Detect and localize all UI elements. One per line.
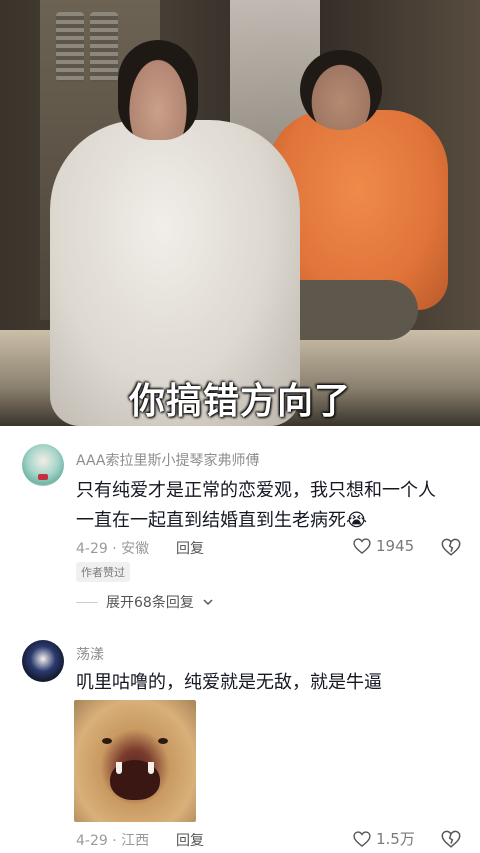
comment-username[interactable]: 荡漾 [76,644,104,664]
divider-line [76,601,98,603]
comment-text[interactable]: 只有纯爱才是正常的恋爱观，我只想和一个人一直在一起直到结婚直到生老病死😭 [76,476,452,536]
avatar[interactable] [22,640,64,682]
sticker-eye [102,738,112,744]
broken-heart-icon[interactable] [440,536,462,558]
sticker-eye [158,738,168,744]
comment-meta: 4-29 · 安徽 [76,541,150,557]
comment-text[interactable]: 叽里咕噜的，纯爱就是无敌，就是牛逼 [76,668,452,698]
video-subtitle: 你搞错方向了 [128,381,351,422]
expand-replies-button[interactable]: 展开68条回复 [76,592,214,612]
reply-button[interactable]: 回复 [176,830,204,850]
like-count: 1.5万 [376,830,415,848]
like-button[interactable]: 1945 [352,536,414,556]
dog-sticker-image[interactable] [74,700,196,822]
person-head [300,50,382,130]
like-count: 1945 [376,537,415,555]
sticker-tooth [116,762,122,774]
jar [56,12,84,82]
heart-outline-icon [353,538,371,554]
jar [90,12,118,82]
sticker-tooth [148,762,154,774]
comment-username[interactable]: AAA索拉里斯小提琴家弗师傅 [76,450,260,470]
like-button[interactable]: 1.5万 [352,828,415,849]
avatar[interactable] [22,444,64,486]
reply-button[interactable]: 回复 [176,538,204,558]
video-still[interactable]: 你搞错方向了 [0,0,480,426]
broken-heart-icon[interactable] [440,828,462,850]
heart-outline-icon [353,830,371,847]
person-head [118,40,198,140]
comment-meta: 4-29 · 江西 [76,833,150,849]
expand-label: 展开68条回复 [106,595,194,611]
chevron-down-icon [203,599,213,606]
author-liked-badge: 作者赞过 [76,562,130,582]
